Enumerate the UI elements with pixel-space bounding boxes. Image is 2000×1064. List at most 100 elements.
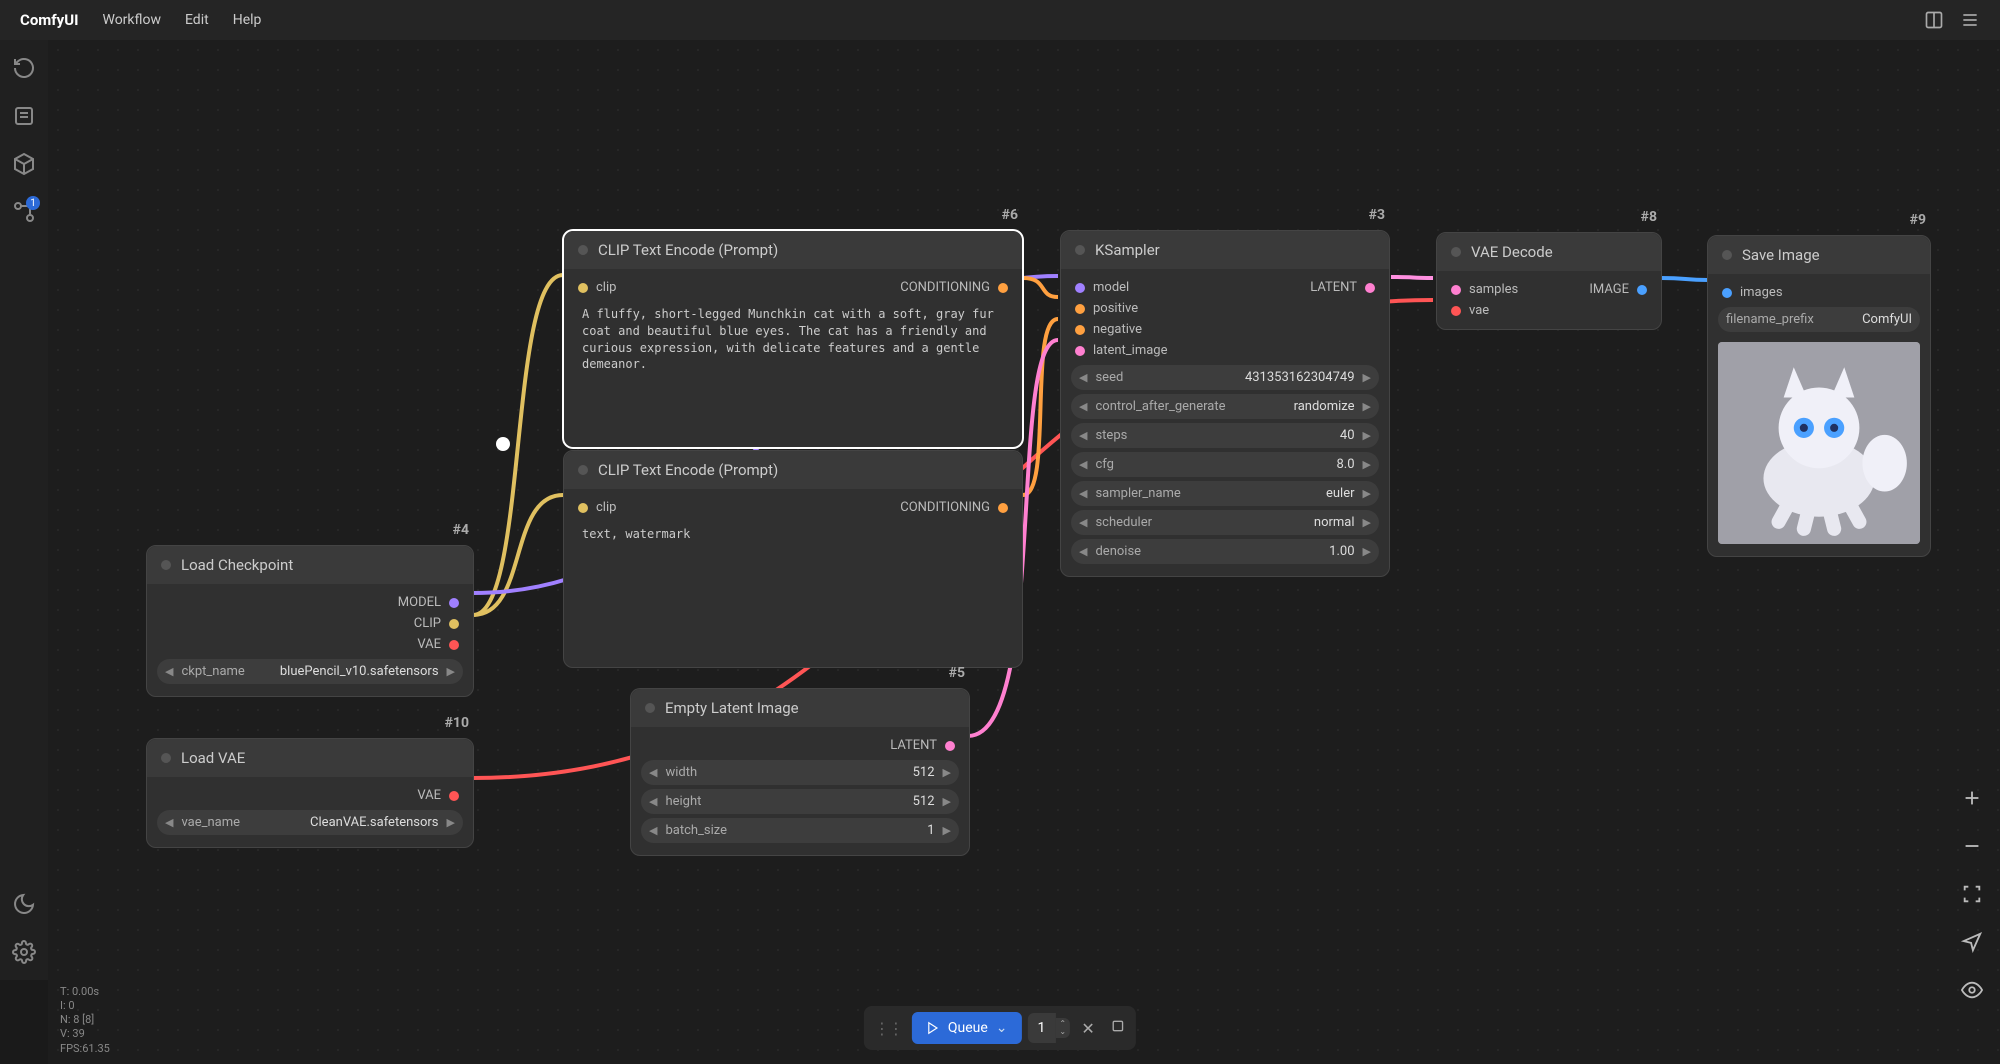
node-load-checkpoint[interactable]: #4 Load Checkpoint MODEL CLIP VAE ◀ckpt_…	[146, 545, 474, 697]
widget-seed[interactable]: ◀seed431353162304749▶	[1071, 365, 1379, 390]
port-in-positive[interactable]	[1075, 304, 1085, 314]
slot-clip: clip	[596, 500, 616, 515]
slot-vae: VAE	[417, 788, 441, 803]
node-title[interactable]: CLIP Text Encode (Prompt)	[564, 451, 1022, 489]
node-id: #6	[1002, 207, 1018, 223]
node-clip-negative[interactable]: CLIP Text Encode (Prompt) clip CONDITION…	[563, 450, 1023, 668]
zoom-in-icon[interactable]	[1958, 784, 1986, 812]
queue-button[interactable]: Queue ⌄	[912, 1012, 1022, 1044]
slot-conditioning: CONDITIONING	[900, 280, 990, 295]
node-title[interactable]: VAE Decode	[1437, 233, 1661, 271]
port-out-latent[interactable]	[945, 741, 955, 751]
arrow-right-icon[interactable]: ▶	[447, 665, 455, 678]
widget-sampler[interactable]: ◀sampler_nameeuler▶	[1071, 481, 1379, 506]
node-title[interactable]: Empty Latent Image	[631, 689, 969, 727]
slot-conditioning: CONDITIONING	[900, 500, 990, 515]
widget-vae-name[interactable]: ◀vae_nameCleanVAE.safetensors▶	[157, 810, 463, 835]
port-out-vae[interactable]	[449, 791, 459, 801]
widget-denoise[interactable]: ◀denoise1.00▶	[1071, 539, 1379, 564]
port-in-vae[interactable]	[1451, 306, 1461, 316]
widget-filename-prefix[interactable]: filename_prefixComfyUI	[1718, 307, 1920, 332]
stat-time: T: 0.00s	[60, 985, 110, 999]
queue-count[interactable]: 1 ⌃⌄	[1028, 1013, 1071, 1043]
node-id: #5	[949, 665, 965, 681]
history-icon[interactable]	[12, 56, 36, 80]
sidebar: 1	[0, 40, 48, 980]
node-ksampler[interactable]: #3 KSampler modelLATENT positive negativ…	[1060, 230, 1390, 577]
port-out-clip[interactable]	[449, 619, 459, 629]
widget-height[interactable]: ◀height512▶	[641, 789, 959, 814]
port-out-model[interactable]	[449, 598, 459, 608]
widget-ckpt-name[interactable]: ◀ckpt_namebluePencil_v10.safetensors▶	[157, 659, 463, 684]
stop-icon[interactable]	[1106, 1014, 1130, 1042]
port-in-latent[interactable]	[1075, 346, 1085, 356]
arrow-right-icon[interactable]: ▶	[447, 816, 455, 829]
port-in-samples[interactable]	[1451, 285, 1461, 295]
hamburger-icon[interactable]	[1960, 10, 1980, 30]
node-id: #8	[1641, 209, 1657, 225]
widget-control[interactable]: ◀control_after_generaterandomize▶	[1071, 394, 1379, 419]
node-title[interactable]: KSampler	[1061, 231, 1389, 269]
stat-iter: I: 0	[60, 999, 110, 1013]
stats-display: T: 0.00s I: 0 N: 8 [8] V: 39 FPS:61.35	[60, 985, 110, 1056]
arrow-left-icon[interactable]: ◀	[165, 816, 173, 829]
node-title[interactable]: Load VAE	[147, 739, 473, 777]
output-preview[interactable]	[1718, 342, 1920, 544]
slot-vae: VAE	[417, 637, 441, 652]
eye-icon[interactable]	[1958, 976, 1986, 1004]
widget-cfg[interactable]: ◀cfg8.0▶	[1071, 452, 1379, 477]
gear-icon[interactable]	[12, 940, 36, 964]
slot-clip: CLIP	[414, 616, 441, 631]
port-in-negative[interactable]	[1075, 325, 1085, 335]
fit-view-icon[interactable]	[1958, 880, 1986, 908]
prompt-text[interactable]: text, watermark	[574, 518, 1012, 551]
drag-handle-icon[interactable]: ⋮⋮	[870, 1019, 906, 1038]
node-canvas[interactable]: #4 Load Checkpoint MODEL CLIP VAE ◀ckpt_…	[48, 40, 2000, 1064]
node-id: #4	[453, 522, 469, 538]
close-icon[interactable]: ✕	[1076, 1015, 1100, 1042]
port-out-vae[interactable]	[449, 640, 459, 650]
node-title[interactable]: Save Image	[1708, 236, 1930, 274]
widget-scheduler[interactable]: ◀schedulernormal▶	[1071, 510, 1379, 535]
zoom-out-icon[interactable]	[1958, 832, 1986, 860]
node-title[interactable]: Load Checkpoint	[147, 546, 473, 584]
node-vae-decode[interactable]: #8 VAE Decode samples IMAGE vae	[1436, 232, 1662, 330]
port-out-conditioning[interactable]	[998, 503, 1008, 513]
node-title[interactable]: CLIP Text Encode (Prompt)	[564, 231, 1022, 269]
chevron-down-icon[interactable]: ⌄	[1059, 1028, 1066, 1036]
menu-edit[interactable]: Edit	[185, 12, 209, 28]
package-icon[interactable]	[12, 152, 36, 176]
port-in-clip[interactable]	[578, 503, 588, 513]
prompt-text[interactable]: A fluffy, short-legged Munchkin cat with…	[574, 298, 1012, 381]
node-id: #10	[445, 715, 469, 731]
node-clip-positive[interactable]: #6 CLIP Text Encode (Prompt) clip CONDIT…	[563, 230, 1023, 448]
node-empty-latent[interactable]: #5 Empty Latent Image LATENT ◀width512▶ …	[630, 688, 970, 856]
node-load-vae[interactable]: #10 Load VAE VAE ◀vae_nameCleanVAE.safet…	[146, 738, 474, 848]
nodes-icon[interactable]: 1	[12, 200, 36, 224]
port-in-clip[interactable]	[578, 283, 588, 293]
port-out-conditioning[interactable]	[998, 283, 1008, 293]
slot-clip: clip	[596, 280, 616, 295]
widget-width[interactable]: ◀width512▶	[641, 760, 959, 785]
node-id: #3	[1369, 207, 1385, 223]
bottom-bar[interactable]: ⋮⋮ Queue ⌄ 1 ⌃⌄ ✕	[864, 1006, 1136, 1050]
node-save-image[interactable]: #9 Save Image images filename_prefixComf…	[1707, 235, 1931, 557]
port-out-latent[interactable]	[1365, 283, 1375, 293]
arrow-left-icon[interactable]: ◀	[165, 665, 173, 678]
list-icon[interactable]	[12, 104, 36, 128]
menu-workflow[interactable]: Workflow	[102, 12, 161, 28]
locate-icon[interactable]	[1958, 928, 1986, 956]
canvas-tools	[1958, 784, 1986, 1004]
widget-steps[interactable]: ◀steps40▶	[1071, 423, 1379, 448]
moon-icon[interactable]	[12, 892, 36, 916]
chevron-down-icon[interactable]: ⌄	[996, 1020, 1008, 1036]
widget-batch[interactable]: ◀batch_size1▶	[641, 818, 959, 843]
app-logo[interactable]: ComfyUI	[20, 11, 78, 29]
port-in-model[interactable]	[1075, 283, 1085, 293]
menu-help[interactable]: Help	[233, 12, 262, 28]
port-out-image[interactable]	[1637, 285, 1647, 295]
layout-icon[interactable]	[1924, 10, 1944, 30]
slot-latent: LATENT	[890, 738, 937, 753]
play-icon	[926, 1021, 940, 1035]
port-in-images[interactable]	[1722, 288, 1732, 298]
